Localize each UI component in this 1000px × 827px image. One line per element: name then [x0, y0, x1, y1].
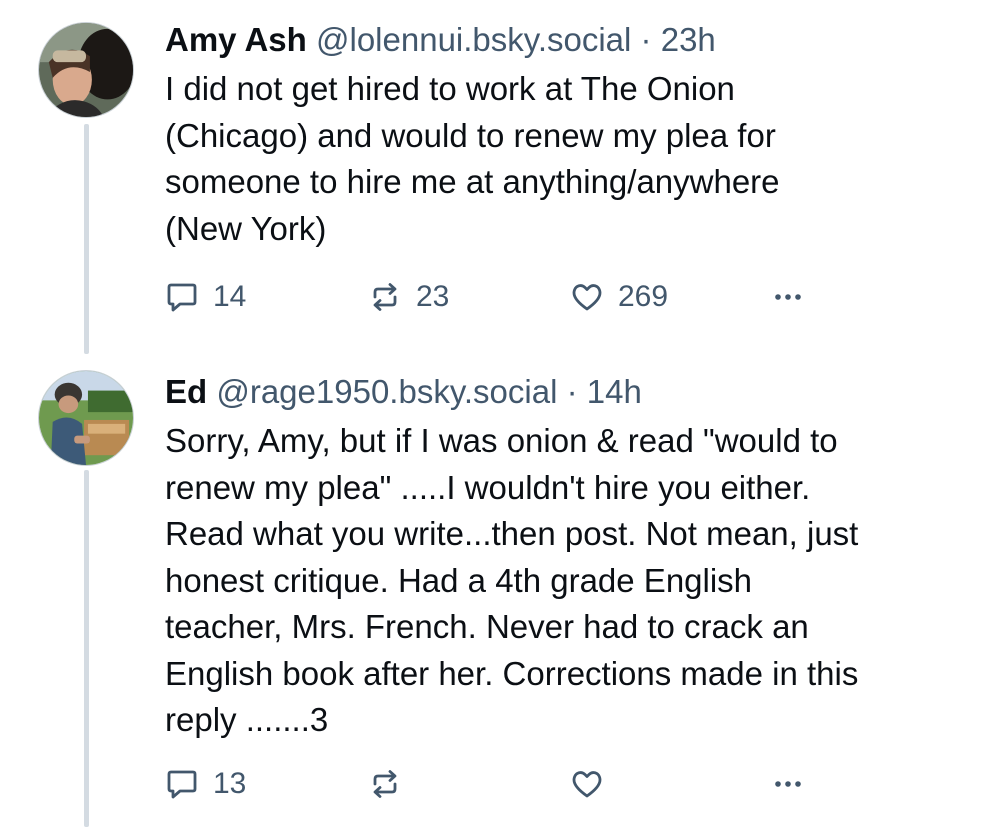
author-handle[interactable]: @lolennui.bsky.social — [316, 21, 631, 58]
avatar[interactable] — [38, 370, 134, 466]
header-separator: · — [566, 373, 578, 410]
post-text: I did not get hired to work at The Onion… — [165, 70, 780, 247]
header-separator: · — [640, 21, 652, 58]
reply-count: 14 — [213, 280, 247, 313]
post[interactable]: Ed @rage1950.bsky.social · 14h Sorry, Am… — [0, 352, 1000, 827]
repost-button[interactable] — [368, 764, 416, 804]
more-options-button[interactable] — [771, 764, 805, 804]
reply-button[interactable]: 13 — [165, 764, 246, 804]
thread-connector-line — [84, 470, 89, 827]
post-timestamp[interactable]: 23h — [661, 21, 716, 58]
post-actions: 13 — [165, 764, 825, 804]
post-content: Amy Ash @lolennui.bsky.social · 23h I di… — [165, 18, 965, 252]
reply-button[interactable]: 14 — [165, 277, 246, 317]
post[interactable]: Amy Ash @lolennui.bsky.social · 23h I di… — [0, 0, 1000, 354]
avatar-photo — [39, 371, 133, 465]
more-dots-icon — [775, 294, 801, 300]
repost-count: 23 — [416, 280, 450, 313]
avatar-photo — [39, 23, 133, 117]
repost-button[interactable]: 23 — [368, 277, 449, 317]
post-text: Sorry, Amy, but if I was onion & read "w… — [165, 422, 859, 738]
reply-bubble-icon — [167, 283, 197, 312]
author-display-name[interactable]: Ed — [165, 373, 207, 410]
like-button[interactable]: 269 — [570, 277, 668, 317]
repost-arrows-icon — [373, 770, 397, 798]
post-content: Ed @rage1950.bsky.social · 14h Sorry, Am… — [165, 370, 965, 744]
author-handle[interactable]: @rage1950.bsky.social — [216, 373, 557, 410]
post-actions: 14 23 269 — [165, 277, 825, 317]
reply-count: 13 — [213, 767, 247, 800]
thread-connector-line — [84, 124, 89, 354]
reply-bubble-icon — [167, 770, 197, 799]
like-count: 269 — [618, 280, 669, 313]
thread: Amy Ash @lolennui.bsky.social · 23h I di… — [0, 0, 1000, 827]
like-button[interactable] — [570, 764, 618, 804]
post-header: Ed @rage1950.bsky.social · 14h — [165, 370, 965, 414]
post-timestamp[interactable]: 14h — [587, 373, 642, 410]
heart-icon — [572, 284, 602, 311]
repost-arrows-icon — [373, 283, 397, 311]
heart-icon — [572, 771, 602, 798]
more-dots-icon — [775, 781, 801, 787]
avatar[interactable] — [38, 22, 134, 118]
more-options-button[interactable] — [771, 277, 805, 317]
author-display-name[interactable]: Amy Ash — [165, 21, 307, 58]
post-header: Amy Ash @lolennui.bsky.social · 23h — [165, 18, 965, 62]
